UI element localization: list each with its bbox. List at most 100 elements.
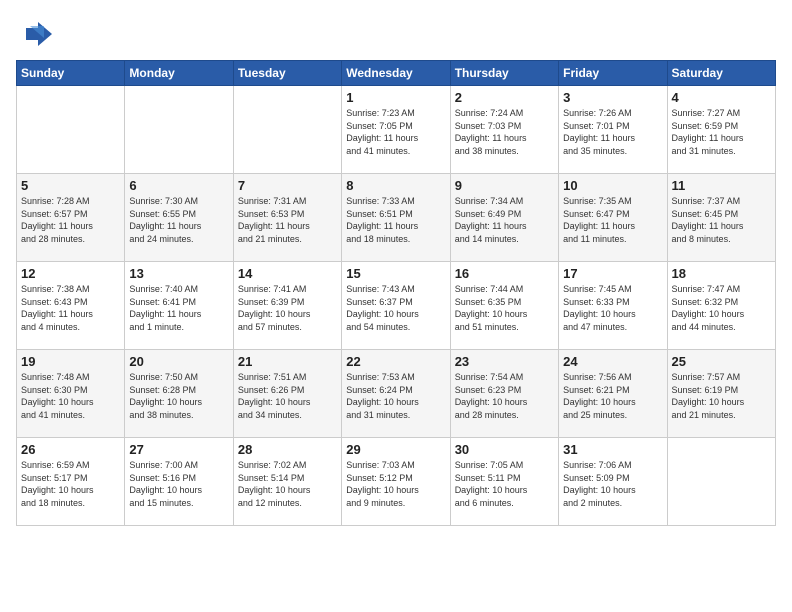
- day-number: 27: [129, 442, 228, 457]
- day-number: 11: [672, 178, 771, 193]
- day-cell-30: 30 Sunrise: 7:05 AM Sunset: 5:11 PM Dayli…: [450, 438, 558, 526]
- day-number: 24: [563, 354, 662, 369]
- cell-content: Sunrise: 7:02 AM Sunset: 5:14 PM Dayligh…: [238, 459, 337, 509]
- cell-content: Sunrise: 7:51 AM Sunset: 6:26 PM Dayligh…: [238, 371, 337, 421]
- day-cell-31: 31Sunrise: 7:06 AM Sunset: 5:09 PM Dayli…: [559, 438, 667, 526]
- cell-content: Sunrise: 7:24 AM Sunset: 7:03 PM Dayligh…: [455, 107, 554, 157]
- day-number: 3: [563, 90, 662, 105]
- day-cell-22: 22 Sunrise: 7:53 AM Sunset: 6:24 PM Dayli…: [342, 350, 450, 438]
- cell-content: Sunrise: 7:48 AM Sunset: 6:30 PM Dayligh…: [21, 371, 120, 421]
- day-cell-5: 5 Sunrise: 7:28 AM Sunset: 6:57 PM Daylig…: [17, 174, 125, 262]
- day-cell-27: 27 Sunrise: 7:00 AM Sunset: 5:16 PM Dayli…: [125, 438, 233, 526]
- cell-content: Sunrise: 7:54 AM Sunset: 6:23 PM Dayligh…: [455, 371, 554, 421]
- day-number: 7: [238, 178, 337, 193]
- cell-content: Sunrise: 7:53 AM Sunset: 6:24 PM Dayligh…: [346, 371, 445, 421]
- day-cell-1: 1 Sunrise: 7:23 AM Sunset: 7:05 PM Daylig…: [342, 86, 450, 174]
- day-number: 28: [238, 442, 337, 457]
- day-cell-11: 11 Sunrise: 7:37 AM Sunset: 6:45 PM Dayli…: [667, 174, 775, 262]
- day-cell-24: 24 Sunrise: 7:56 AM Sunset: 6:21 PM Dayli…: [559, 350, 667, 438]
- logo-icon: [16, 16, 52, 52]
- cell-content: Sunrise: 7:00 AM Sunset: 5:16 PM Dayligh…: [129, 459, 228, 509]
- day-cell-10: 10 Sunrise: 7:35 AM Sunset: 6:47 PM Dayli…: [559, 174, 667, 262]
- day-cell-12: 12 Sunrise: 7:38 AM Sunset: 6:43 PM Dayli…: [17, 262, 125, 350]
- day-number: 17: [563, 266, 662, 281]
- cell-content: Sunrise: 7:35 AM Sunset: 6:47 PM Dayligh…: [563, 195, 662, 245]
- week-row-2: 5 Sunrise: 7:28 AM Sunset: 6:57 PM Daylig…: [17, 174, 776, 262]
- cell-content: Sunrise: 7:43 AM Sunset: 6:37 PM Dayligh…: [346, 283, 445, 333]
- cell-content: Sunrise: 7:56 AM Sunset: 6:21 PM Dayligh…: [563, 371, 662, 421]
- cell-content: Sunrise: 7:28 AM Sunset: 6:57 PM Dayligh…: [21, 195, 120, 245]
- day-number: 30: [455, 442, 554, 457]
- header: [16, 16, 776, 52]
- calendar-table: SundayMondayTuesdayWednesdayThursdayFrid…: [16, 60, 776, 526]
- day-number: 26: [21, 442, 120, 457]
- cell-content: Sunrise: 7:41 AM Sunset: 6:39 PM Dayligh…: [238, 283, 337, 333]
- day-cell-14: 14 Sunrise: 7:41 AM Sunset: 6:39 PM Dayli…: [233, 262, 341, 350]
- day-number: 6: [129, 178, 228, 193]
- empty-cell: [17, 86, 125, 174]
- day-number: 20: [129, 354, 228, 369]
- cell-content: Sunrise: 7:34 AM Sunset: 6:49 PM Dayligh…: [455, 195, 554, 245]
- day-cell-3: 3Sunrise: 7:26 AM Sunset: 7:01 PM Daylig…: [559, 86, 667, 174]
- day-number: 5: [21, 178, 120, 193]
- cell-content: Sunrise: 7:57 AM Sunset: 6:19 PM Dayligh…: [672, 371, 771, 421]
- day-cell-9: 9 Sunrise: 7:34 AM Sunset: 6:49 PM Daylig…: [450, 174, 558, 262]
- cell-content: Sunrise: 7:23 AM Sunset: 7:05 PM Dayligh…: [346, 107, 445, 157]
- day-number: 29: [346, 442, 445, 457]
- day-cell-17: 17 Sunrise: 7:45 AM Sunset: 6:33 PM Dayli…: [559, 262, 667, 350]
- weekday-header-tuesday: Tuesday: [233, 61, 341, 86]
- cell-content: Sunrise: 7:38 AM Sunset: 6:43 PM Dayligh…: [21, 283, 120, 333]
- day-cell-23: 23 Sunrise: 7:54 AM Sunset: 6:23 PM Dayli…: [450, 350, 558, 438]
- day-cell-25: 25 Sunrise: 7:57 AM Sunset: 6:19 PM Dayli…: [667, 350, 775, 438]
- day-number: 25: [672, 354, 771, 369]
- cell-content: Sunrise: 7:40 AM Sunset: 6:41 PM Dayligh…: [129, 283, 228, 333]
- cell-content: Sunrise: 7:44 AM Sunset: 6:35 PM Dayligh…: [455, 283, 554, 333]
- day-number: 23: [455, 354, 554, 369]
- weekday-header-thursday: Thursday: [450, 61, 558, 86]
- day-cell-20: 20Sunrise: 7:50 AM Sunset: 6:28 PM Dayli…: [125, 350, 233, 438]
- week-row-1: 1 Sunrise: 7:23 AM Sunset: 7:05 PM Daylig…: [17, 86, 776, 174]
- cell-content: Sunrise: 7:05 AM Sunset: 5:11 PM Dayligh…: [455, 459, 554, 509]
- weekday-header-friday: Friday: [559, 61, 667, 86]
- day-cell-18: 18Sunrise: 7:47 AM Sunset: 6:32 PM Dayli…: [667, 262, 775, 350]
- logo: [16, 16, 56, 52]
- day-number: 1: [346, 90, 445, 105]
- week-row-5: 26 Sunrise: 6:59 AM Sunset: 5:17 PM Dayli…: [17, 438, 776, 526]
- day-cell-7: 7 Sunrise: 7:31 AM Sunset: 6:53 PM Daylig…: [233, 174, 341, 262]
- cell-content: Sunrise: 7:31 AM Sunset: 6:53 PM Dayligh…: [238, 195, 337, 245]
- weekday-header-monday: Monday: [125, 61, 233, 86]
- day-cell-15: 15 Sunrise: 7:43 AM Sunset: 6:37 PM Dayli…: [342, 262, 450, 350]
- weekday-header-row: SundayMondayTuesdayWednesdayThursdayFrid…: [17, 61, 776, 86]
- cell-content: Sunrise: 7:47 AM Sunset: 6:32 PM Dayligh…: [672, 283, 771, 333]
- week-row-4: 19Sunrise: 7:48 AM Sunset: 6:30 PM Dayli…: [17, 350, 776, 438]
- day-cell-4: 4Sunrise: 7:27 AM Sunset: 6:59 PM Daylig…: [667, 86, 775, 174]
- day-number: 14: [238, 266, 337, 281]
- day-cell-13: 13Sunrise: 7:40 AM Sunset: 6:41 PM Dayli…: [125, 262, 233, 350]
- day-cell-8: 8 Sunrise: 7:33 AM Sunset: 6:51 PM Daylig…: [342, 174, 450, 262]
- day-number: 10: [563, 178, 662, 193]
- cell-content: Sunrise: 7:30 AM Sunset: 6:55 PM Dayligh…: [129, 195, 228, 245]
- day-number: 12: [21, 266, 120, 281]
- cell-content: Sunrise: 6:59 AM Sunset: 5:17 PM Dayligh…: [21, 459, 120, 509]
- day-number: 22: [346, 354, 445, 369]
- day-cell-19: 19Sunrise: 7:48 AM Sunset: 6:30 PM Dayli…: [17, 350, 125, 438]
- day-number: 21: [238, 354, 337, 369]
- day-number: 9: [455, 178, 554, 193]
- day-number: 2: [455, 90, 554, 105]
- page: SundayMondayTuesdayWednesdayThursdayFrid…: [0, 0, 792, 612]
- empty-cell: [667, 438, 775, 526]
- weekday-header-saturday: Saturday: [667, 61, 775, 86]
- day-cell-6: 6 Sunrise: 7:30 AM Sunset: 6:55 PM Daylig…: [125, 174, 233, 262]
- day-number: 15: [346, 266, 445, 281]
- day-cell-29: 29Sunrise: 7:03 AM Sunset: 5:12 PM Dayli…: [342, 438, 450, 526]
- day-cell-21: 21 Sunrise: 7:51 AM Sunset: 6:26 PM Dayli…: [233, 350, 341, 438]
- cell-content: Sunrise: 7:45 AM Sunset: 6:33 PM Dayligh…: [563, 283, 662, 333]
- empty-cell: [233, 86, 341, 174]
- weekday-header-sunday: Sunday: [17, 61, 125, 86]
- day-cell-2: 2 Sunrise: 7:24 AM Sunset: 7:03 PM Daylig…: [450, 86, 558, 174]
- cell-content: Sunrise: 7:33 AM Sunset: 6:51 PM Dayligh…: [346, 195, 445, 245]
- week-row-3: 12 Sunrise: 7:38 AM Sunset: 6:43 PM Dayli…: [17, 262, 776, 350]
- cell-content: Sunrise: 7:37 AM Sunset: 6:45 PM Dayligh…: [672, 195, 771, 245]
- weekday-header-wednesday: Wednesday: [342, 61, 450, 86]
- day-number: 8: [346, 178, 445, 193]
